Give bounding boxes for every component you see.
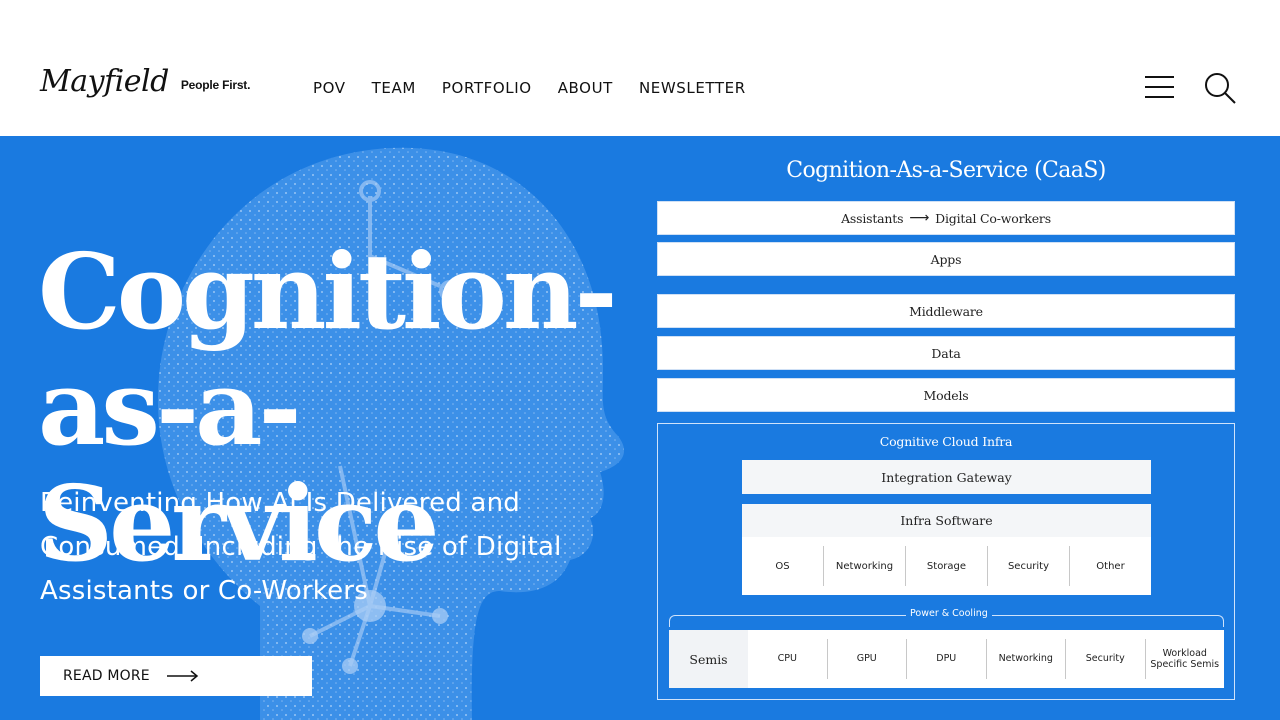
semis-item-cpu: CPU <box>748 639 828 679</box>
nav-item-newsletter[interactable]: NEWSLETTER <box>639 78 746 98</box>
arrow-right-icon <box>166 670 199 682</box>
menu-line <box>1145 96 1174 98</box>
hero-title-line-1: Cognition- <box>38 230 618 353</box>
power-cooling-label: Power & Cooling <box>906 608 992 619</box>
nav-item-about[interactable]: ABOUT <box>558 78 613 98</box>
read-more-button[interactable]: READ MORE <box>40 656 312 696</box>
semis-item-security: Security <box>1066 639 1146 679</box>
infra-title: Cognitive Cloud Infra <box>879 434 1013 449</box>
nav-item-team[interactable]: TEAM <box>372 78 416 98</box>
layer-data: Data <box>657 336 1235 370</box>
read-more-label: READ MORE <box>63 668 150 684</box>
nav-item-pov[interactable]: POV <box>313 78 346 98</box>
main-nav: POV TEAM PORTFOLIO ABOUT NEWSLETTER <box>313 78 772 98</box>
diagram-title: Cognition-As-a-Service (CaaS) <box>786 158 1106 183</box>
menu-line <box>1145 86 1174 88</box>
site-header: Mayfield People First. POV TEAM PORTFOLI… <box>0 0 1280 136</box>
infra-item-other: Other <box>1096 560 1125 572</box>
hamburger-menu-icon[interactable] <box>1145 76 1174 98</box>
infra-item-os: OS <box>742 546 824 586</box>
integration-gateway: Integration Gateway <box>742 460 1151 494</box>
arrow-right-icon: ⟶ <box>909 210 930 226</box>
infra-software-box: Infra Software OS Networking Storage Sec… <box>742 504 1151 595</box>
semis-item-workload-specific: Workload Specific Semis <box>1150 647 1220 671</box>
logo-wordmark: Mayfield <box>40 64 169 99</box>
semis-item-dpu: DPU <box>907 639 987 679</box>
hero-subtitle: Reinventing How AI Is Delivered and Cons… <box>40 488 562 606</box>
cognitive-cloud-infra-box: Cognitive Cloud Infra Integration Gatewa… <box>657 423 1235 700</box>
semis-row: Semis CPU GPU DPU Networking Security Wo… <box>669 630 1224 688</box>
infra-item-storage: Storage <box>906 546 988 586</box>
layer-apps: Apps <box>657 242 1235 276</box>
infra-item-networking: Networking <box>824 546 906 586</box>
search-icon[interactable] <box>1203 71 1237 105</box>
layer-assistants: Assistants ⟶ Digital Co-workers <box>657 201 1235 235</box>
mayfield-logo[interactable]: Mayfield People First. <box>40 64 250 100</box>
semis-item-networking: Networking <box>987 639 1066 679</box>
digital-coworkers-label: Digital Co-workers <box>935 210 1051 226</box>
layer-models: Models <box>657 378 1235 412</box>
semis-item-gpu: GPU <box>828 639 907 679</box>
semis-title: Semis <box>669 630 748 688</box>
infra-software-title: Infra Software <box>742 504 1151 537</box>
infra-item-security: Security <box>988 546 1070 586</box>
assistants-label: Assistants <box>841 210 904 226</box>
hero-section: Cognition- as-a-Service Reinventing How … <box>0 136 1280 720</box>
layer-middleware: Middleware <box>657 294 1235 328</box>
menu-line <box>1145 76 1174 78</box>
nav-item-portfolio[interactable]: PORTFOLIO <box>442 78 532 98</box>
infra-software-items: OS Networking Storage Security Other <box>742 537 1151 595</box>
caas-diagram: Cognition-As-a-Service (CaaS) Assistants… <box>657 136 1235 720</box>
logo-tagline: People First. <box>180 78 251 92</box>
